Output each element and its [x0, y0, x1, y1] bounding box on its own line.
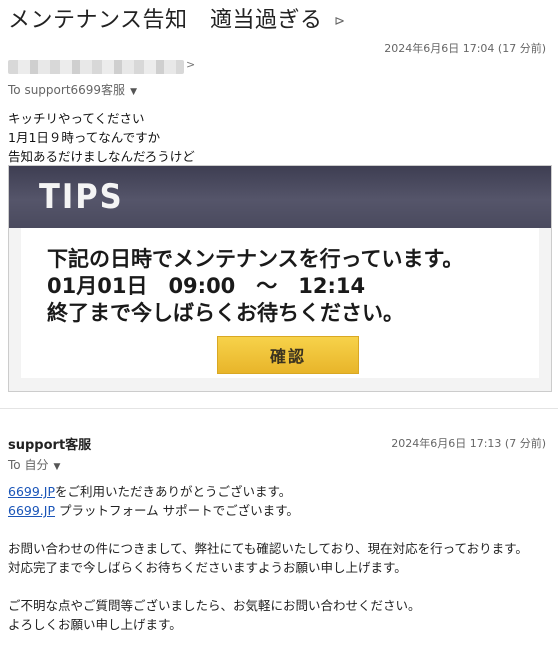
reply-line: ご不明な点やご質問等ございましたら、お気軽にお問い合わせください。	[8, 598, 421, 613]
recipient-line[interactable]: To support6699客服 ▼	[8, 81, 137, 98]
tips-line: 下記の日時でメンテナンスを行っています。	[47, 247, 464, 271]
reply-line: お問い合わせの件につきまして、弊社にても確認いたしており、現在対応を行っておりま…	[8, 541, 528, 556]
email-subject: メンテナンス告知 適当過ぎる ⊳	[8, 2, 345, 34]
body-line: 告知あるだけましなんだろうけど	[8, 149, 195, 164]
reply-sender: support客服	[8, 438, 92, 453]
reply-line: よろしくお願い申し上げます。	[8, 617, 182, 632]
reply-date: 2024年6月6日 17:13 (7 分前)	[391, 437, 546, 450]
reply-line-text: プラットフォーム サポートでございます。	[55, 503, 299, 518]
reply-line: 対応完了まで今しばらくお待ちくださいますようお願い申し上げます。	[8, 560, 407, 575]
reply-body: 6699.JPをご利用いただきありがとうございます。 6699.JP プラットフ…	[8, 482, 553, 634]
reply-recipient-text: To 自分	[8, 458, 49, 472]
dropdown-caret-icon[interactable]: ▼	[53, 462, 60, 472]
site-link[interactable]: 6699.JP	[8, 503, 55, 518]
label-icon[interactable]: ⊳	[334, 14, 345, 29]
subject-text: メンテナンス告知 適当過ぎる	[8, 8, 323, 33]
message-body: キッチリやってください 1月1日９時ってなんですか 告知あるだけましなんだろうけ…	[8, 109, 195, 166]
reply-line: 6699.JP プラットフォーム サポートでございます。	[8, 501, 553, 520]
reply-line: 6699.JPをご利用いただきありがとうございます。	[8, 482, 553, 501]
body-line: 1月1日９時ってなんですか	[8, 130, 161, 145]
sender-address-blurred	[8, 60, 184, 74]
message-divider	[0, 408, 558, 409]
site-link[interactable]: 6699.JP	[8, 484, 55, 499]
tips-line: 01月01日 09:00 ～ 12:14	[47, 274, 366, 298]
reply-line-text: をご利用いただきありがとうございます。	[55, 484, 292, 499]
tips-header: TIPS	[9, 166, 551, 228]
body-line: キッチリやってください	[8, 111, 145, 126]
recipient-text: To support6699客服	[8, 83, 126, 97]
tips-confirm-button: 確認	[217, 336, 359, 374]
tips-line: 終了まで今しばらくお待ちください。	[47, 301, 404, 325]
tips-screenshot-image: TIPS 下記の日時でメンテナンスを行っています。 01月01日 09:00 ～…	[8, 165, 552, 392]
sender-angle-icon: >	[186, 58, 196, 71]
message-date: 2024年6月6日 17:04 (17 分前)	[384, 42, 546, 55]
tips-title: TIPS	[39, 177, 124, 217]
reply-recipient-line[interactable]: To 自分 ▼	[8, 456, 60, 473]
dropdown-caret-icon[interactable]: ▼	[130, 87, 137, 97]
tips-panel: 下記の日時でメンテナンスを行っています。 01月01日 09:00 ～ 12:1…	[21, 228, 539, 378]
tips-message: 下記の日時でメンテナンスを行っています。 01月01日 09:00 ～ 12:1…	[47, 246, 463, 327]
